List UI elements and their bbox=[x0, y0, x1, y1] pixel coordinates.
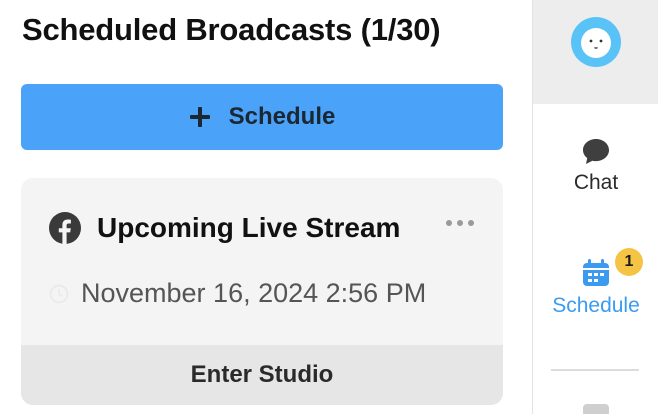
facebook-icon bbox=[49, 212, 81, 244]
schedule-button-label: Schedule bbox=[228, 103, 336, 130]
broadcast-header: Upcoming Live Stream bbox=[49, 212, 400, 244]
broadcast-card: Upcoming Live Stream November 16, 2024 2… bbox=[21, 178, 503, 405]
avatar[interactable] bbox=[571, 17, 621, 67]
broadcasts-panel: Scheduled Broadcasts (1/30) Schedule Upc… bbox=[0, 0, 532, 414]
clock-icon bbox=[49, 284, 69, 303]
avatar-face-icon bbox=[581, 28, 611, 58]
sidebar-item-chat[interactable]: Chat bbox=[533, 137, 658, 195]
sidebar-header bbox=[533, 0, 658, 104]
chat-icon bbox=[583, 139, 609, 164]
sidebar-divider bbox=[551, 369, 639, 371]
sidebar-item-label: Chat bbox=[573, 171, 619, 194]
right-sidebar: Chat Schedule 1 bbox=[532, 0, 658, 414]
more-options-icon[interactable] bbox=[445, 218, 475, 228]
enter-studio-button[interactable]: Enter Studio bbox=[21, 345, 503, 405]
schedule-button[interactable]: Schedule bbox=[21, 84, 503, 150]
calendar-icon bbox=[583, 259, 609, 286]
broadcast-datetime-row: November 16, 2024 2:56 PM bbox=[49, 278, 426, 309]
broadcast-title: Upcoming Live Stream bbox=[97, 212, 401, 243]
page-title: Scheduled Broadcasts (1/30) bbox=[22, 12, 441, 47]
notification-badge: 1 bbox=[615, 248, 643, 276]
broadcast-datetime: November 16, 2024 2:56 PM bbox=[81, 278, 427, 308]
sidebar-item-label: Schedule bbox=[552, 294, 640, 317]
plus-icon bbox=[189, 107, 210, 127]
partially-visible-icon bbox=[583, 404, 609, 414]
